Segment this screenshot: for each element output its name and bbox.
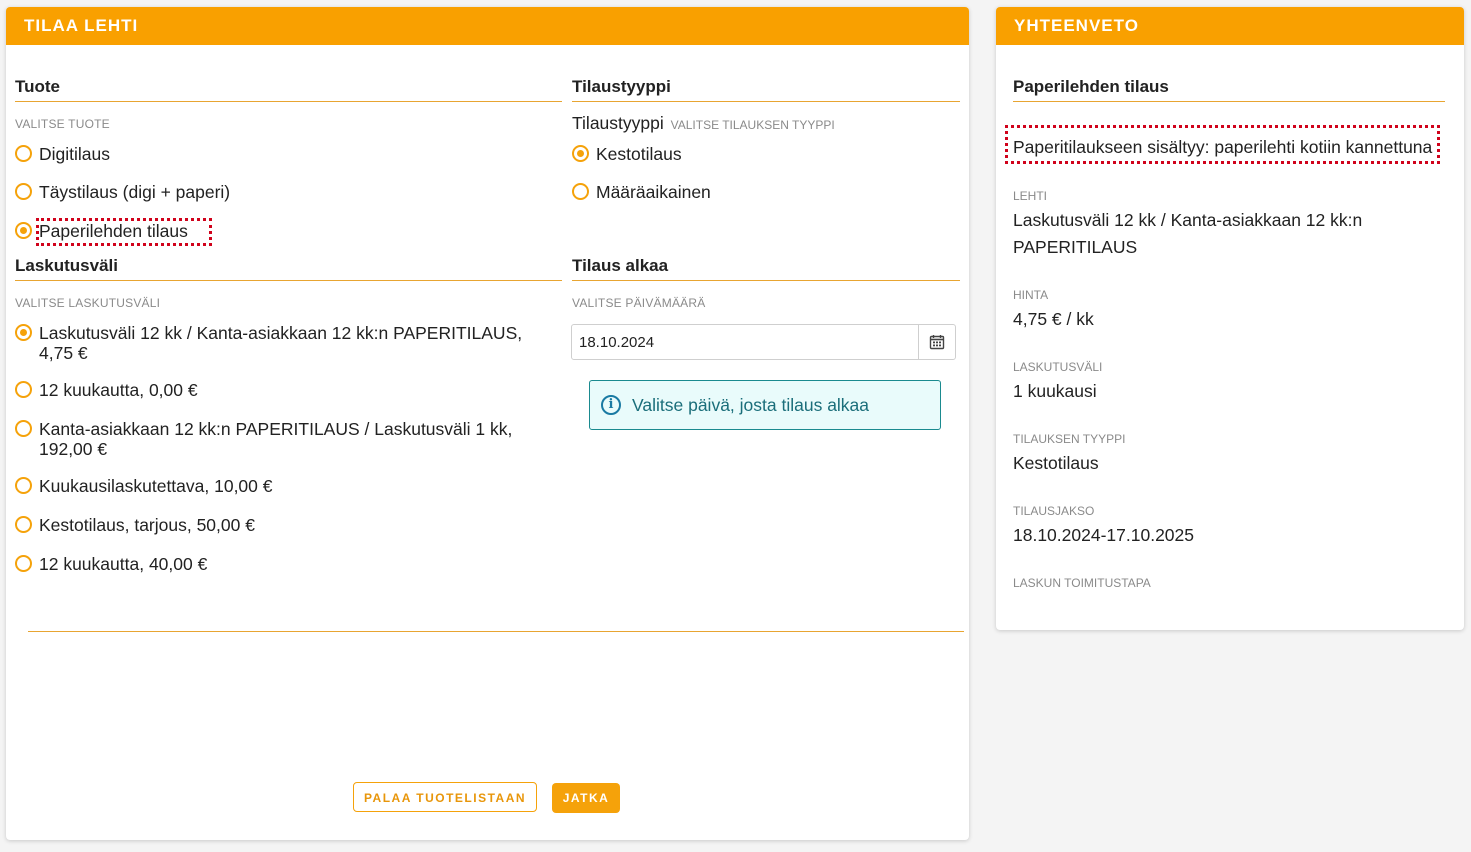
product-section-title: Tuote (15, 77, 562, 102)
radio-checked-icon[interactable] (572, 145, 589, 162)
billing-option-label: Kestotilaus, tarjous, 50,00 € (39, 515, 255, 535)
order-form-card: TILAA LEHTI Tuote VALITSE TUOTE Digitila… (6, 7, 969, 840)
summary-field-label: LASKUN TOIMITUSTAPA (1013, 576, 1151, 590)
radio-icon[interactable] (15, 516, 32, 533)
summary-field-value: 18.10.2024-17.10.2025 (1013, 525, 1194, 545)
radio-icon[interactable] (15, 555, 32, 572)
subscription-type-label: Tilaustyyppi (572, 113, 664, 133)
summary-field-value: 1 kuukausi (1013, 381, 1097, 401)
product-hint: VALITSE TUOTE (15, 117, 110, 131)
start-date-field[interactable] (571, 324, 956, 360)
summary-field-label: LASKUTUSVÄLI (1013, 360, 1103, 374)
billing-option-label: 12 kuukautta, 0,00 € (39, 380, 198, 400)
product-option-label: Täystilaus (digi + paperi) (39, 182, 231, 202)
subscription-type-section-title: Tilaustyyppi (572, 77, 960, 102)
product-option-label: Digitilaus (39, 144, 110, 164)
subscription-type-label-row: Tilaustyyppi VALITSE TILAUKSEN TYYPPI (572, 113, 835, 134)
start-info-alert: i Valitse päivä, josta tilaus alkaa (589, 380, 941, 430)
radio-icon[interactable] (15, 183, 32, 200)
radio-icon[interactable] (15, 381, 32, 398)
subscription-option-label: Määräaikainen (596, 182, 711, 202)
billing-hint: VALITSE LASKUTUSVÄLI (15, 296, 161, 310)
summary-card: YHTEENVETO Paperilehden tilaus Paperitil… (996, 7, 1464, 630)
billing-option-label: Kuukausilaskutettava, 10,00 € (39, 476, 273, 496)
subscription-type-hint: VALITSE TILAUKSEN TYYPPI (670, 118, 835, 132)
radio-icon[interactable] (15, 145, 32, 162)
radio-checked-icon[interactable] (15, 324, 32, 341)
continue-button[interactable]: JATKA (552, 783, 620, 813)
form-divider (28, 631, 964, 632)
billing-option[interactable]: Laskutusväli 12 kk / Kanta-asiakkaan 12 … (15, 323, 555, 363)
summary-title: Paperilehden tilaus (1013, 77, 1445, 102)
summary-field-label: LEHTI (1013, 189, 1048, 203)
summary-field-label: TILAUSJAKSO (1013, 504, 1095, 518)
radio-checked-icon[interactable] (15, 222, 32, 239)
summary-included-text: Paperitilaukseen sisältyy: paperilehti k… (1004, 125, 1441, 164)
billing-option-label: Laskutusväli 12 kk / Kanta-asiakkaan 12 … (39, 323, 523, 363)
calendar-button[interactable] (918, 325, 955, 359)
back-to-products-button[interactable]: PALAA TUOTELISTAAN (353, 782, 537, 812)
subscription-option-fixed[interactable]: Määräaikainen (572, 182, 711, 202)
radio-icon[interactable] (572, 183, 589, 200)
billing-option-label: 12 kuukautta, 40,00 € (39, 554, 208, 574)
billing-option[interactable]: Kanta-asiakkaan 12 kk:n PAPERITILAUS / L… (15, 419, 555, 459)
billing-option[interactable]: 12 kuukautta, 40,00 € (15, 554, 207, 574)
product-option-digi[interactable]: Digitilaus (15, 144, 110, 164)
summary-field-label: TILAUKSEN TYYPPI (1013, 432, 1126, 446)
info-icon: i (601, 395, 621, 415)
product-option-paper[interactable]: Paperilehden tilaus (15, 218, 212, 246)
summary-field-label: HINTA (1013, 288, 1049, 302)
start-date-input[interactable] (572, 332, 918, 352)
billing-section-title: Laskutusväli (15, 256, 562, 281)
subscription-option-label: Kestotilaus (596, 144, 682, 164)
summary-field-value: Kestotilaus (1013, 453, 1099, 473)
billing-option-label: Kanta-asiakkaan 12 kk:n PAPERITILAUS / L… (39, 419, 513, 459)
radio-icon[interactable] (15, 477, 32, 494)
summary-field-value: 4,75 € / kk (1013, 309, 1094, 329)
product-option-full[interactable]: Täystilaus (digi + paperi) (15, 182, 230, 202)
calendar-icon (929, 335, 945, 350)
summary-header: YHTEENVETO (996, 7, 1464, 45)
billing-option[interactable]: 12 kuukautta, 0,00 € (15, 380, 198, 400)
start-info-text: Valitse päivä, josta tilaus alkaa (632, 394, 870, 415)
billing-option[interactable]: Kuukausilaskutettava, 10,00 € (15, 476, 273, 496)
billing-option[interactable]: Kestotilaus, tarjous, 50,00 € (15, 515, 255, 535)
product-option-label: Paperilehden tilaus (36, 218, 212, 246)
start-section-title: Tilaus alkaa (572, 256, 960, 281)
order-form-header: TILAA LEHTI (6, 7, 969, 45)
subscription-option-continuous[interactable]: Kestotilaus (572, 144, 682, 164)
radio-icon[interactable] (15, 420, 32, 437)
start-hint: VALITSE PÄIVÄMÄÄRÄ (572, 296, 706, 310)
summary-field-value: Laskutusväli 12 kk / Kanta-asiakkaan 12 … (1013, 210, 1363, 257)
